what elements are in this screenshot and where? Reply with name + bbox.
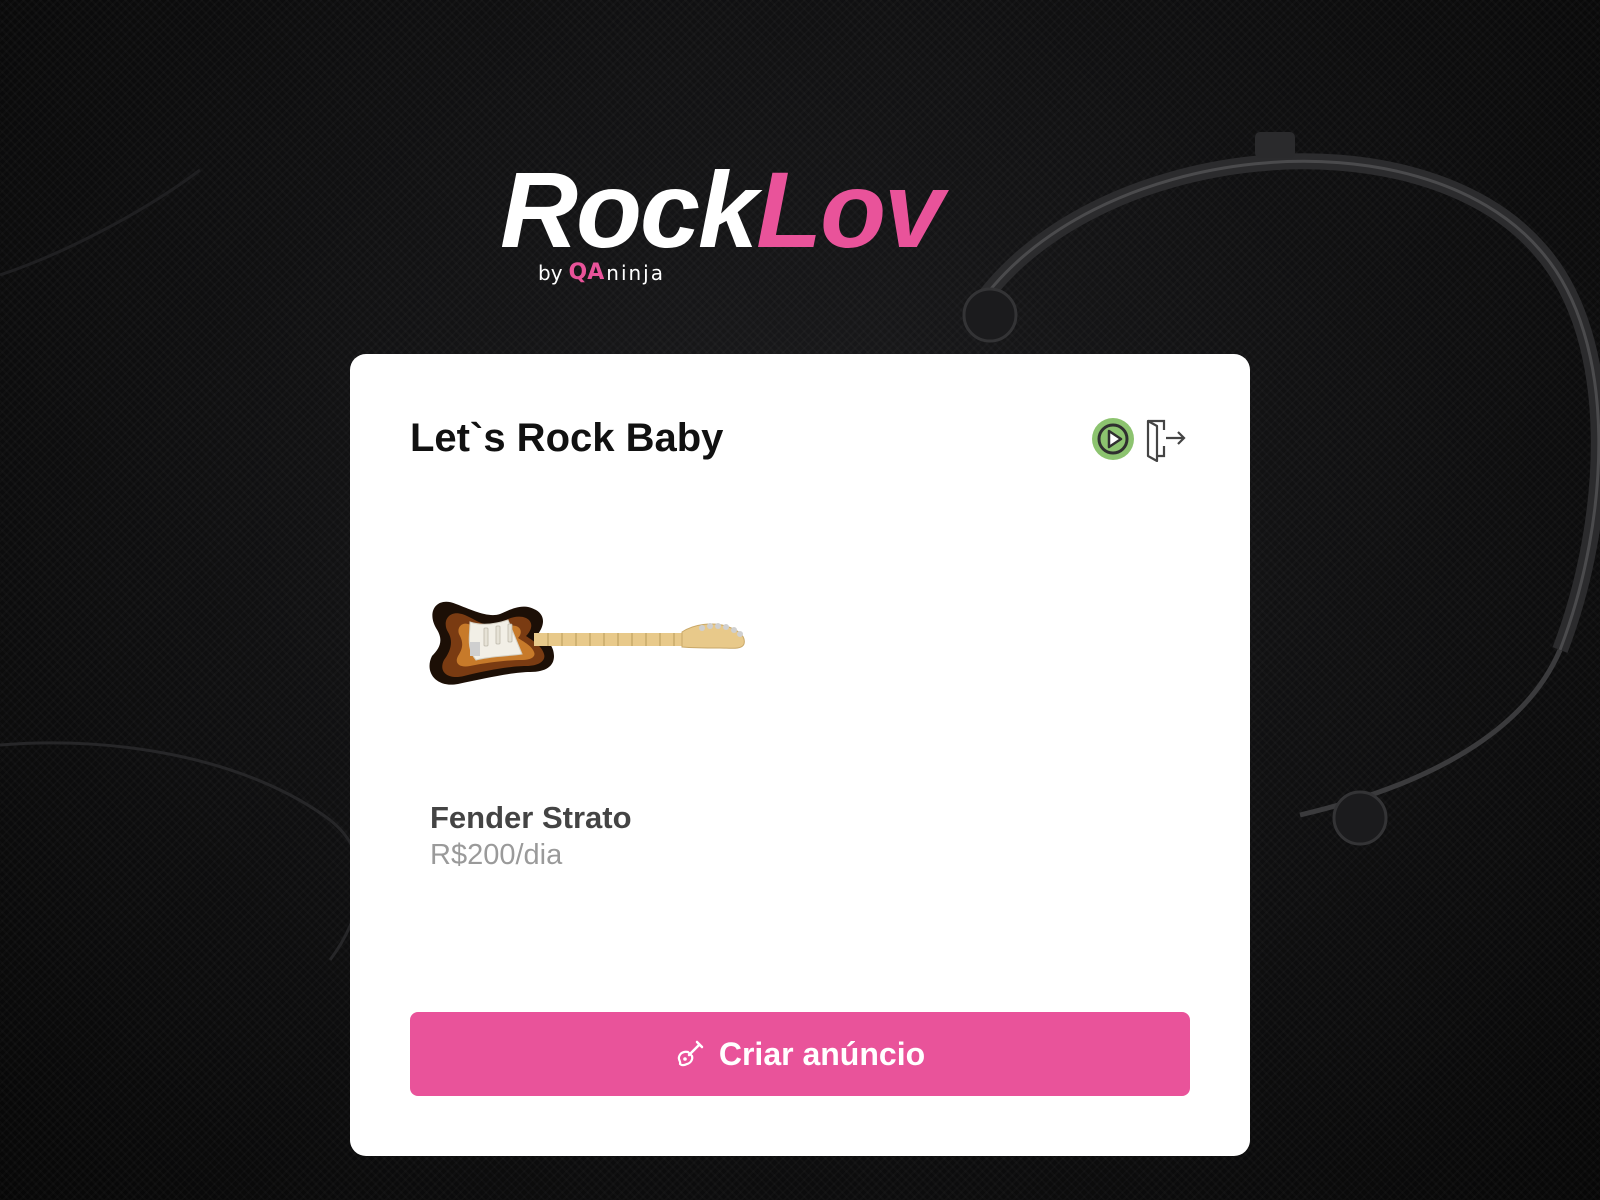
play-circle-icon [1092, 418, 1134, 460]
dashboard-card: Let`s Rock Baby Fender Strato R$200/dia … [350, 354, 1250, 1156]
create-listing-button[interactable]: Criar anúncio [410, 1012, 1190, 1096]
qa-mark-text: QA [568, 260, 605, 285]
guitar-icon [675, 1039, 705, 1069]
header-actions [1090, 416, 1188, 462]
page-title: Let`s Rock Baby [410, 416, 724, 460]
listing-name: Fender Strato [430, 800, 632, 835]
logo-by-text: by [538, 261, 563, 285]
qa-ninja-mark-icon: QA [569, 260, 605, 286]
logo-byline: by QA ninja [538, 260, 665, 286]
logo-word-lov: Lov [756, 149, 944, 270]
create-listing-label: Criar anúncio [718, 1035, 926, 1072]
logo-wordmark: RockLov [500, 156, 944, 264]
listing-card[interactable]: Fender Strato R$200/dia [426, 544, 766, 871]
electric-guitar-image [429, 601, 745, 685]
brand-logo: RockLov by QA ninja [500, 156, 1100, 300]
logout-door-icon [1146, 419, 1186, 462]
play-button[interactable] [1090, 416, 1136, 462]
listing-price: R$200/dia [430, 839, 563, 871]
logo-ninja-text: ninja [606, 261, 665, 285]
logout-button[interactable] [1142, 416, 1188, 462]
logo-word-rock: Rock [500, 149, 758, 270]
